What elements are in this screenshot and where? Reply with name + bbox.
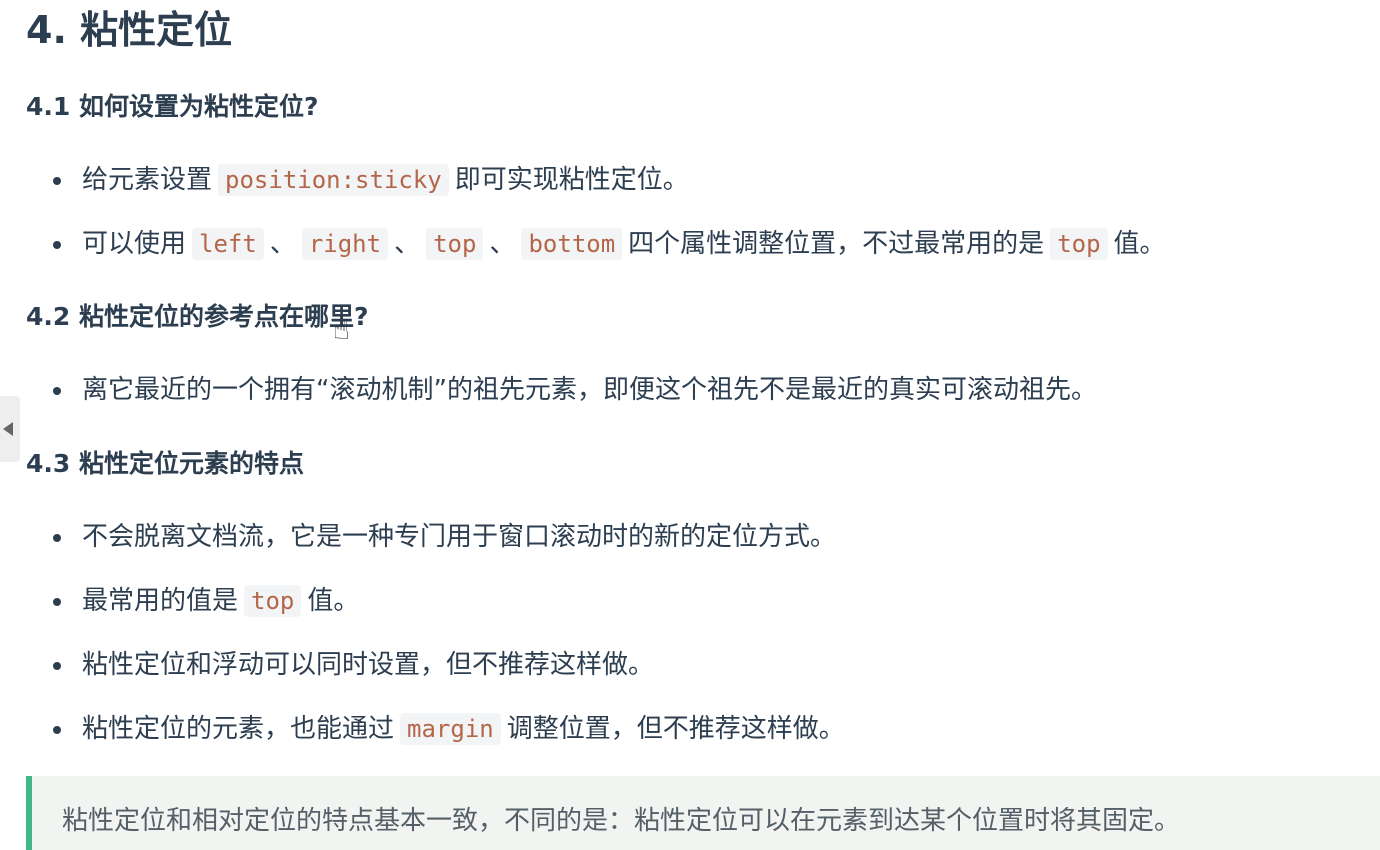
tip-blockquote: 粘性定位和相对定位的特点基本一致，不同的是：粘性定位可以在元素到达某个位置时将其… <box>26 776 1380 850</box>
inline-code: position:sticky <box>218 164 449 196</box>
section-heading-4-3: 4.3 粘性定位元素的特点 <box>26 449 304 478</box>
list-item: 粘性定位和浮动可以同时设置，但不推荐这样做。 <box>26 643 1366 707</box>
page-title: 4. 粘性定位 <box>26 8 233 52</box>
list-item: 可以使用 left、 right、 top、 bottom 四个属性调整位置，不过最常用的… <box>26 222 1366 286</box>
list-item: 不会脱离文档流，它是一种专门用于窗口滚动时的新的定位方式。 <box>26 515 1366 579</box>
inline-code: bottom <box>521 228 623 260</box>
inline-code: margin <box>400 713 501 745</box>
section-heading-4-1: 4.1 如何设置为粘性定位? <box>26 92 319 121</box>
list-item: 最常用的值是 top 值。 <box>26 579 1366 643</box>
list-4-2: 离它最近的一个拥有“滚动机制”的祖先元素，即便这个祖先不是最近的真实可滚动祖先。 <box>26 368 1366 432</box>
inline-code: right <box>301 228 389 260</box>
inline-code: top <box>1050 228 1108 260</box>
hand-cursor-icon: ☝ <box>333 313 351 346</box>
inline-code: left <box>192 228 264 260</box>
document-page: 4. 粘性定位 4.1 如何设置为粘性定位? 给元素设置 position:sti… <box>0 0 1380 850</box>
list-4-1: 给元素设置 position:sticky 即可实现粘性定位。 可以使用 left、 r… <box>26 158 1366 286</box>
inline-code: top <box>244 585 302 617</box>
list-4-3: 不会脱离文档流，它是一种专门用于窗口滚动时的新的定位方式。 最常用的值是 top 值… <box>26 515 1366 771</box>
inline-code: top <box>426 228 484 260</box>
list-item: 粘性定位的元素，也能通过 margin 调整位置，但不推荐这样做。 <box>26 707 1366 771</box>
list-item: 给元素设置 position:sticky 即可实现粘性定位。 <box>26 158 1366 222</box>
collapse-arrow-icon[interactable] <box>0 396 20 462</box>
list-item: 离它最近的一个拥有“滚动机制”的祖先元素，即便这个祖先不是最近的真实可滚动祖先。 <box>26 368 1366 432</box>
section-heading-4-2: 4.2 粘性定位的参考点在哪里? <box>26 302 369 331</box>
article-content: 4. 粘性定位 4.1 如何设置为粘性定位? 给元素设置 position:sti… <box>26 0 1380 850</box>
